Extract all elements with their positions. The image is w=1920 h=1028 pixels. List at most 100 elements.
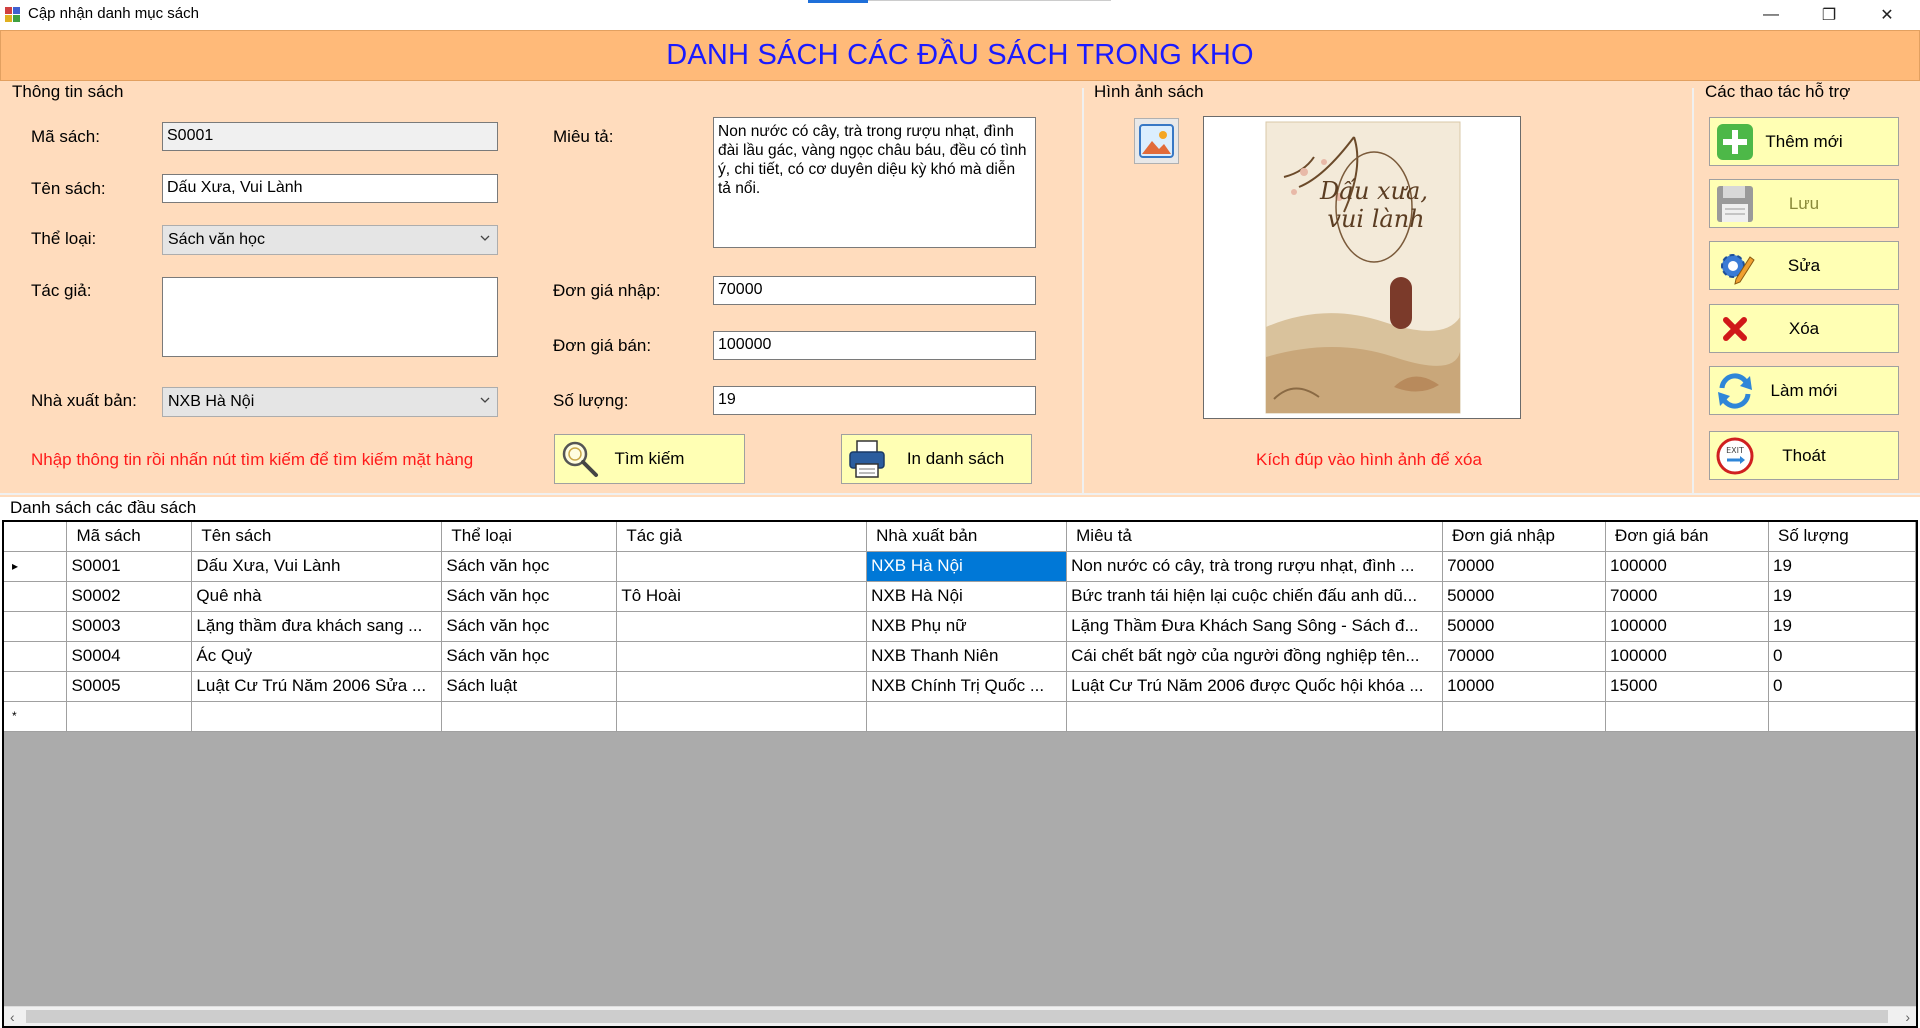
table-cell[interactable]: Ác Quỷ bbox=[191, 641, 443, 672]
author-field[interactable] bbox=[162, 277, 498, 357]
table-row[interactable]: S0005 Luật Cư Trú Năm 2006 Sửa ... Sách lu… bbox=[4, 671, 1917, 702]
table-cell[interactable] bbox=[1066, 701, 1444, 732]
import-price-field[interactable]: 70000 bbox=[713, 276, 1036, 305]
add-new-button[interactable]: Thêm mới bbox=[1709, 117, 1899, 166]
column-header[interactable]: Nhà xuất bản bbox=[866, 522, 1068, 552]
table-cell[interactable]: Non nước có cây, trà trong rượu nhạt, đì… bbox=[1066, 551, 1444, 582]
column-header[interactable]: Số lượng bbox=[1768, 522, 1917, 552]
horizontal-scrollbar[interactable]: ‹ › bbox=[4, 1006, 1916, 1026]
table-cell[interactable] bbox=[616, 611, 868, 642]
column-header[interactable]: Thể loại bbox=[441, 522, 618, 552]
scroll-right-icon[interactable]: › bbox=[1905, 1009, 1910, 1025]
table-cell[interactable]: 100000 bbox=[1605, 641, 1769, 672]
row-header[interactable] bbox=[4, 611, 68, 642]
quantity-field[interactable]: 19 bbox=[713, 386, 1036, 415]
table-cell[interactable]: S0003 bbox=[66, 611, 193, 642]
print-list-button[interactable]: In danh sách bbox=[841, 434, 1032, 484]
table-cell[interactable]: 70000 bbox=[1442, 551, 1607, 582]
table-cell[interactable]: 19 bbox=[1768, 611, 1917, 642]
table-cell[interactable]: Lặng Thầm Đưa Khách Sang Sông - Sách đ..… bbox=[1066, 611, 1444, 642]
table-cell[interactable]: 19 bbox=[1768, 581, 1917, 612]
restore-button[interactable]: ❐ bbox=[1800, 0, 1858, 30]
table-cell[interactable] bbox=[1442, 701, 1607, 732]
row-header[interactable] bbox=[4, 671, 68, 702]
table-cell[interactable]: Cái chết bất ngờ của người đồng nghiệp t… bbox=[1066, 641, 1444, 672]
save-button[interactable]: Lưu bbox=[1709, 179, 1899, 228]
table-cell[interactable] bbox=[866, 701, 1068, 732]
table-cell[interactable]: Luật Cư Trú Năm 2006 được Quốc hội khóa … bbox=[1066, 671, 1444, 702]
publisher-select[interactable]: NXB Hà Nội bbox=[162, 387, 498, 417]
table-cell[interactable] bbox=[66, 701, 193, 732]
exit-button[interactable]: EXIT Thoát bbox=[1709, 431, 1899, 480]
table-cell[interactable]: S0004 bbox=[66, 641, 193, 672]
column-header[interactable]: Đơn giá nhập bbox=[1442, 522, 1607, 552]
row-header[interactable] bbox=[4, 641, 68, 672]
table-cell[interactable]: S0001 bbox=[66, 551, 193, 582]
column-header[interactable]: Tên sách bbox=[191, 522, 443, 552]
table-cell[interactable]: 10000 bbox=[1442, 671, 1607, 702]
table-cell[interactable] bbox=[1768, 701, 1917, 732]
table-cell[interactable] bbox=[616, 551, 868, 582]
table-cell[interactable]: NXB Hà Nội bbox=[866, 581, 1068, 612]
refresh-button[interactable]: Làm mới bbox=[1709, 366, 1899, 415]
close-button[interactable]: ✕ bbox=[1858, 0, 1916, 30]
table-cell[interactable]: 0 bbox=[1768, 671, 1917, 702]
table-cell[interactable]: NXB Phụ nữ bbox=[866, 611, 1068, 642]
edit-button[interactable]: Sửa bbox=[1709, 241, 1899, 290]
table-cell[interactable]: Sách văn học bbox=[441, 581, 618, 612]
table-cell[interactable]: Luật Cư Trú Năm 2006 Sửa ... bbox=[191, 671, 443, 702]
book-data-grid[interactable]: Mã sách Tên sách Thể loại Tác giả Nhà xu… bbox=[2, 520, 1918, 1028]
table-row[interactable]: S0003 Lặng thầm đưa khách sang ... Sách vă… bbox=[4, 611, 1917, 642]
table-cell[interactable] bbox=[191, 701, 443, 732]
table-cell[interactable] bbox=[616, 641, 868, 672]
table-row[interactable]: S0002 Quê nhà Sách văn học Tô Hoài NXB Hà Nộ… bbox=[4, 581, 1917, 612]
column-header[interactable]: Tác giả bbox=[616, 522, 868, 552]
table-cell[interactable]: S0002 bbox=[66, 581, 193, 612]
table-cell[interactable]: 50000 bbox=[1442, 581, 1607, 612]
column-header[interactable]: Miêu tả bbox=[1066, 522, 1444, 552]
table-cell[interactable]: Lặng thầm đưa khách sang ... bbox=[191, 611, 443, 642]
table-cell[interactable] bbox=[616, 671, 868, 702]
table-row[interactable]: ▸ S0001 Dấu Xưa, Vui Lành Sách văn học NXB H… bbox=[4, 551, 1917, 582]
table-cell[interactable]: Sách văn học bbox=[441, 641, 618, 672]
table-cell[interactable] bbox=[616, 701, 868, 732]
choose-image-button[interactable] bbox=[1134, 118, 1179, 164]
table-cell[interactable]: Tô Hoài bbox=[616, 581, 868, 612]
table-cell[interactable]: 50000 bbox=[1442, 611, 1607, 642]
new-row[interactable]: * bbox=[4, 701, 1917, 732]
table-cell[interactable]: S0005 bbox=[66, 671, 193, 702]
scroll-left-icon[interactable]: ‹ bbox=[10, 1009, 15, 1025]
table-cell[interactable] bbox=[441, 701, 618, 732]
book-code-field[interactable]: S0001 bbox=[162, 122, 498, 151]
table-cell[interactable]: 0 bbox=[1768, 641, 1917, 672]
row-header[interactable] bbox=[4, 581, 68, 612]
delete-button[interactable]: Xóa bbox=[1709, 304, 1899, 353]
table-cell[interactable]: Sách luật bbox=[441, 671, 618, 702]
sale-price-field[interactable]: 100000 bbox=[713, 331, 1036, 360]
table-cell[interactable]: 19 bbox=[1768, 551, 1917, 582]
column-header[interactable]: Mã sách bbox=[66, 522, 193, 552]
table-cell[interactable]: NXB Chính Trị Quốc ... bbox=[866, 671, 1068, 702]
table-cell[interactable]: 15000 bbox=[1605, 671, 1769, 702]
table-cell[interactable]: NXB Thanh Niên bbox=[866, 641, 1068, 672]
row-header[interactable]: ▸ bbox=[4, 551, 68, 582]
table-cell[interactable]: Dấu Xưa, Vui Lành bbox=[191, 551, 443, 582]
table-cell[interactable] bbox=[1605, 701, 1769, 732]
table-cell[interactable]: Quê nhà bbox=[191, 581, 443, 612]
scrollbar-thumb[interactable] bbox=[26, 1010, 1888, 1023]
book-name-field[interactable]: Dấu Xưa, Vui Lành bbox=[162, 174, 498, 203]
table-cell[interactable]: NXB Hà Nội bbox=[866, 551, 1068, 582]
book-cover-image[interactable]: Dấu xưa, vui lành bbox=[1203, 116, 1521, 419]
description-field[interactable]: Non nước có cây, trà trong rượu nhạt, đì… bbox=[713, 117, 1036, 248]
table-cell[interactable]: 70000 bbox=[1442, 641, 1607, 672]
table-row[interactable]: S0004 Ác Quỷ Sách văn học NXB Thanh Niên Cái… bbox=[4, 641, 1917, 672]
table-cell[interactable]: 100000 bbox=[1605, 611, 1769, 642]
column-header[interactable]: Đơn giá bán bbox=[1605, 522, 1769, 552]
table-cell[interactable]: 70000 bbox=[1605, 581, 1769, 612]
table-cell[interactable]: 100000 bbox=[1605, 551, 1769, 582]
table-cell[interactable]: Bức tranh tái hiện lại cuộc chiến đấu an… bbox=[1066, 581, 1444, 612]
genre-select[interactable]: Sách văn học bbox=[162, 225, 498, 255]
table-cell[interactable]: Sách văn học bbox=[441, 551, 618, 582]
minimize-button[interactable]: — bbox=[1742, 0, 1800, 30]
table-cell[interactable]: Sách văn học bbox=[441, 611, 618, 642]
